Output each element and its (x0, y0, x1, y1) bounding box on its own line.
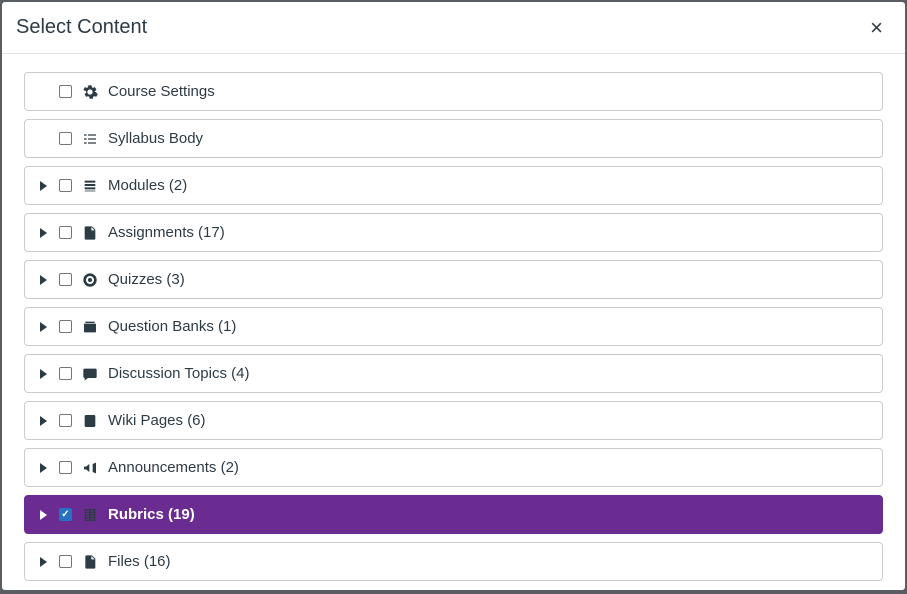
expand-toggle[interactable] (37, 510, 49, 520)
checkbox[interactable] (59, 555, 72, 568)
expand-toggle[interactable] (37, 275, 49, 285)
expand-icon (40, 510, 47, 520)
item-label: Rubrics (19) (108, 506, 870, 523)
expand-icon (40, 557, 47, 567)
content-item-question-banks[interactable]: Question Banks (1) (24, 307, 883, 346)
checkbox[interactable] (59, 273, 72, 286)
checkbox[interactable] (59, 508, 72, 521)
content-item-rubrics[interactable]: Rubrics (19) (24, 495, 883, 534)
content-item-assignments[interactable]: Assignments (17) (24, 213, 883, 252)
content-item-announcements[interactable]: Announcements (2) (24, 448, 883, 487)
expand-toggle[interactable] (37, 463, 49, 473)
item-label: Modules (2) (108, 177, 870, 194)
expand-icon (40, 228, 47, 238)
checkbox[interactable] (59, 320, 72, 333)
expand-icon (40, 463, 47, 473)
content-item-files[interactable]: Files (16) (24, 542, 883, 581)
rubrics-icon (82, 507, 98, 523)
quizzes-icon (82, 272, 98, 288)
checkbox[interactable] (59, 179, 72, 192)
expand-icon (40, 275, 47, 285)
checkbox[interactable] (59, 367, 72, 380)
expand-toggle[interactable] (37, 181, 49, 191)
expand-toggle[interactable] (37, 228, 49, 238)
assignments-icon (82, 225, 98, 241)
content-item-gear[interactable]: Course Settings (24, 72, 883, 111)
checkbox[interactable] (59, 414, 72, 427)
content-item-syllabus[interactable]: Syllabus Body (24, 119, 883, 158)
announcements-icon (82, 460, 98, 476)
expand-toggle[interactable] (37, 369, 49, 379)
modal-title: Select Content (16, 16, 147, 39)
expand-icon (40, 369, 47, 379)
content-item-wiki[interactable]: Wiki Pages (6) (24, 401, 883, 440)
close-button[interactable]: × (870, 17, 883, 39)
files-icon (82, 554, 98, 570)
modules-icon (82, 178, 98, 194)
modal-body: Course Settings Syllabus Body Modules (2) A… (2, 54, 905, 590)
expand-icon (40, 322, 47, 332)
expand-icon (40, 416, 47, 426)
syllabus-icon (82, 131, 98, 147)
item-label: Wiki Pages (6) (108, 412, 870, 429)
content-item-discussion[interactable]: Discussion Topics (4) (24, 354, 883, 393)
gear-icon (82, 84, 98, 100)
checkbox[interactable] (59, 132, 72, 145)
expand-toggle[interactable] (37, 416, 49, 426)
item-label: Question Banks (1) (108, 318, 870, 335)
expand-toggle[interactable] (37, 557, 49, 567)
item-label: Announcements (2) (108, 459, 870, 476)
item-label: Course Settings (108, 83, 870, 100)
item-label: Files (16) (108, 553, 870, 570)
discussion-icon (82, 366, 98, 382)
content-item-modules[interactable]: Modules (2) (24, 166, 883, 205)
item-label: Quizzes (3) (108, 271, 870, 288)
wiki-icon (82, 413, 98, 429)
checkbox[interactable] (59, 226, 72, 239)
content-item-quizzes[interactable]: Quizzes (3) (24, 260, 883, 299)
checkbox[interactable] (59, 85, 72, 98)
item-label: Syllabus Body (108, 130, 870, 147)
checkbox[interactable] (59, 461, 72, 474)
select-content-modal: Select Content × Course Settings Syllabus… (2, 2, 905, 590)
question-banks-icon (82, 319, 98, 335)
item-label: Discussion Topics (4) (108, 365, 870, 382)
modal-header: Select Content × (2, 2, 905, 54)
expand-toggle[interactable] (37, 322, 49, 332)
item-label: Assignments (17) (108, 224, 870, 241)
expand-icon (40, 181, 47, 191)
